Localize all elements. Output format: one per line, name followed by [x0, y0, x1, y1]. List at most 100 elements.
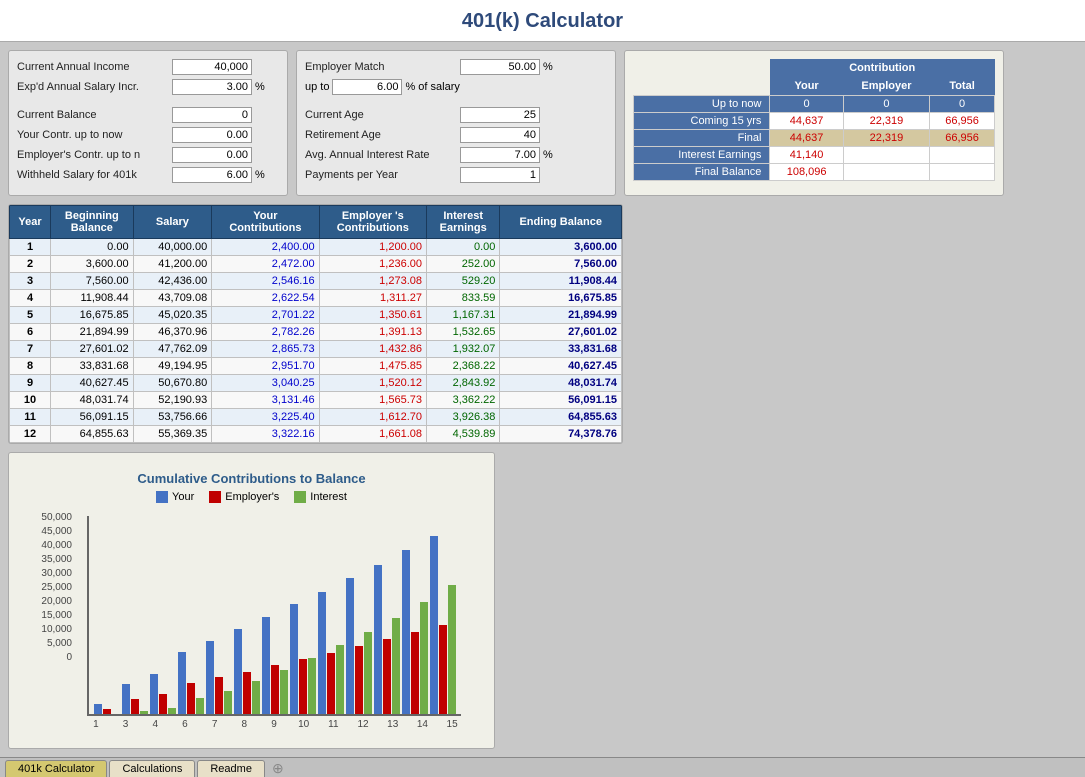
- x-axis-label: 15: [438, 719, 466, 730]
- bar-group: [234, 629, 260, 714]
- bar-your: [94, 704, 102, 714]
- legend-your-label: Your: [172, 491, 194, 503]
- cell-ending: 74,378.76: [500, 426, 622, 443]
- bar-interest: [336, 645, 344, 714]
- cell-year: 12: [10, 426, 51, 443]
- current-balance-label: Current Balance: [17, 109, 172, 121]
- cell-ending: 11,908.44: [500, 273, 622, 290]
- cell-ending: 33,831.68: [500, 341, 622, 358]
- cell-your: 3,322.16: [212, 426, 319, 443]
- tab-readme[interactable]: Readme: [197, 760, 265, 777]
- bar-your: [206, 641, 214, 714]
- payments-label: Payments per Year: [305, 169, 460, 181]
- employer-match-pct: %: [543, 61, 553, 73]
- bar-group: [290, 604, 316, 714]
- up-to-input[interactable]: [332, 79, 402, 95]
- col-year: Year: [10, 206, 51, 239]
- mid-top-panel: Employer Match % up to % of salary Curre…: [296, 50, 616, 196]
- bar-employer: [411, 632, 419, 714]
- bar-group: [150, 674, 176, 714]
- bar-group: [94, 704, 120, 714]
- coming-employer: 22,319: [843, 113, 929, 130]
- cell-employer: 1,391.13: [319, 324, 426, 341]
- table-row: 9 40,627.45 50,670.80 3,040.25 1,520.12 …: [10, 375, 622, 392]
- x-axis-label: 8: [230, 719, 258, 730]
- bar-interest: [140, 711, 148, 714]
- uptonow-total: 0: [930, 96, 995, 113]
- cell-salary: 53,756.66: [133, 409, 212, 426]
- y-axis-label: 5,000: [32, 637, 72, 651]
- coming-total: 66,956: [930, 113, 995, 130]
- bar-interest: [252, 681, 260, 714]
- x-axis-label: 9: [260, 719, 288, 730]
- cell-begin: 40,627.45: [51, 375, 134, 392]
- legend-your-box: [156, 491, 168, 503]
- bar-your: [150, 674, 158, 714]
- y-axis-label: 10,000: [32, 623, 72, 637]
- x-axis-label: 10: [290, 719, 318, 730]
- current-balance-input[interactable]: [172, 107, 252, 123]
- current-age-input[interactable]: [460, 107, 540, 123]
- table-row: 4 11,908.44 43,709.08 2,622.54 1,311.27 …: [10, 290, 622, 307]
- x-axis-label: 11: [320, 719, 348, 730]
- cell-salary: 50,670.80: [133, 375, 212, 392]
- cell-year: 5: [10, 307, 51, 324]
- contribution-header: Contribution: [770, 59, 995, 77]
- cell-interest: 3,362.22: [427, 392, 500, 409]
- tab-calculations[interactable]: Calculations: [109, 760, 195, 777]
- current-income-input[interactable]: [172, 59, 252, 75]
- cell-begin: 33,831.68: [51, 358, 134, 375]
- retirement-age-input[interactable]: [460, 127, 540, 143]
- employer-contrib-input[interactable]: [172, 147, 252, 163]
- tab-401k[interactable]: 401k Calculator: [5, 760, 107, 777]
- table-row: 2 3,600.00 41,200.00 2,472.00 1,236.00 2…: [10, 256, 622, 273]
- current-income-label: Current Annual Income: [17, 61, 172, 73]
- salary-increase-input[interactable]: [172, 79, 252, 95]
- bar-employer: [439, 625, 447, 714]
- bar-your: [262, 617, 270, 714]
- cell-year: 7: [10, 341, 51, 358]
- x-axis-labels: 1346789101112131415: [77, 719, 471, 730]
- payments-input[interactable]: [460, 167, 540, 183]
- cell-year: 11: [10, 409, 51, 426]
- cell-year: 10: [10, 392, 51, 409]
- cell-salary: 42,436.00: [133, 273, 212, 290]
- legend-employer-box: [209, 491, 221, 503]
- cell-begin: 11,908.44: [51, 290, 134, 307]
- employer-match-input[interactable]: [460, 59, 540, 75]
- uptonow-your: 0: [770, 96, 843, 113]
- your-contrib-label: Your Contr. up to now: [17, 129, 172, 141]
- table-row: 3 7,560.00 42,436.00 2,546.16 1,273.08 5…: [10, 273, 622, 290]
- col-your-contributions: YourContributions: [212, 206, 319, 239]
- col-interest-earnings: InterestEarnings: [427, 206, 500, 239]
- cell-interest: 3,926.38: [427, 409, 500, 426]
- interest-rate-label: Avg. Annual Interest Rate: [305, 149, 460, 161]
- x-axis-label: 6: [171, 719, 199, 730]
- cell-employer: 1,432.86: [319, 341, 426, 358]
- cell-employer: 1,612.70: [319, 409, 426, 426]
- bar-group: [402, 550, 428, 714]
- bar-interest: [420, 602, 428, 714]
- interest-rate-input[interactable]: [460, 147, 540, 163]
- cell-your: 2,546.16: [212, 273, 319, 290]
- table-row: 12 64,855.63 55,369.35 3,322.16 1,661.08…: [10, 426, 622, 443]
- legend-employer-label: Employer's: [225, 491, 279, 503]
- cell-year: 3: [10, 273, 51, 290]
- legend-interest-box: [294, 491, 306, 503]
- bar-group: [206, 641, 232, 714]
- cell-employer: 1,520.12: [319, 375, 426, 392]
- your-contrib-input[interactable]: [172, 127, 252, 143]
- final-label: Final: [634, 130, 770, 147]
- x-axis-label: 4: [141, 719, 169, 730]
- withheld-pct-suffix: %: [255, 169, 265, 181]
- withheld-salary-input[interactable]: [172, 167, 252, 183]
- y-axis-labels: 50,00045,00040,00035,00030,00025,00020,0…: [32, 511, 77, 730]
- bar-employer: [355, 646, 363, 714]
- cell-ending: 48,031.74: [500, 375, 622, 392]
- bar-group: [178, 652, 204, 714]
- bar-employer: [159, 694, 167, 714]
- col-salary: Salary: [133, 206, 212, 239]
- bar-interest: [364, 632, 372, 714]
- cell-your: 2,472.00: [212, 256, 319, 273]
- bar-employer: [103, 709, 111, 714]
